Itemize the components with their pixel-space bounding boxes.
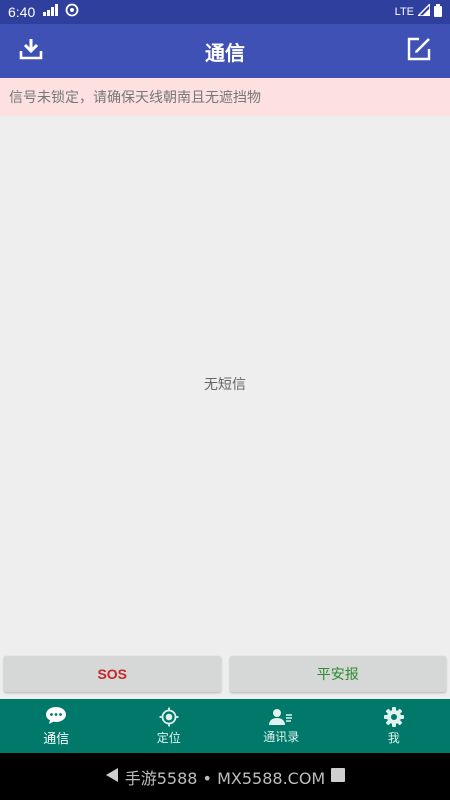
- compose-icon: [405, 35, 433, 67]
- status-time: 6:40: [8, 4, 36, 20]
- nav-item-me[interactable]: 我: [338, 699, 450, 753]
- nav-label: 定位: [156, 730, 181, 745]
- nav-item-messages[interactable]: 通信: [0, 699, 113, 753]
- safe-report-button[interactable]: 平安报: [229, 656, 446, 692]
- bottom-nav: 通信 定位 通讯录 我: [0, 699, 450, 753]
- cell-signal-icon: [416, 2, 431, 20]
- compose-button[interactable]: [392, 24, 446, 78]
- download-icon: [18, 36, 44, 66]
- nav-item-contacts[interactable]: 通讯录: [225, 699, 338, 753]
- network-type: LTE: [394, 6, 414, 18]
- app-bar: 通信: [0, 24, 450, 78]
- nav-item-location[interactable]: 定位: [113, 699, 226, 753]
- back-icon[interactable]: [105, 767, 119, 786]
- chat-icon: [45, 706, 67, 726]
- nav-label: 通信: [43, 731, 70, 747]
- message-list: 无短信: [0, 116, 450, 652]
- recent-apps-icon[interactable]: [331, 767, 346, 786]
- location-icon: [159, 707, 179, 727]
- watermark: 手游5588 • MX5588.COM: [105, 765, 346, 789]
- download-button[interactable]: [4, 24, 58, 78]
- watermark-text: 手游5588 • MX5588.COM: [124, 768, 326, 788]
- warning-text: 信号未锁定，请确保天线朝南且无遮挡物: [9, 90, 261, 106]
- sos-button[interactable]: SOS: [4, 656, 221, 692]
- battery-icon: [434, 3, 442, 21]
- gear-icon: [383, 706, 404, 727]
- system-nav-bar: 手游5588 • MX5588.COM: [0, 753, 450, 800]
- sync-icon: [65, 3, 79, 21]
- page-title: 通信: [205, 40, 245, 65]
- nav-label: 我: [387, 730, 400, 745]
- signal-icon: [43, 4, 59, 20]
- status-bar: 6:40 LTE: [0, 0, 450, 24]
- nav-label: 通讯录: [263, 729, 300, 744]
- empty-state-text: 无短信: [204, 377, 246, 393]
- signal-warning-banner: 信号未锁定，请确保天线朝南且无遮挡物: [0, 78, 450, 116]
- contacts-icon: [269, 708, 293, 726]
- action-row: SOS 平安报: [0, 656, 450, 696]
